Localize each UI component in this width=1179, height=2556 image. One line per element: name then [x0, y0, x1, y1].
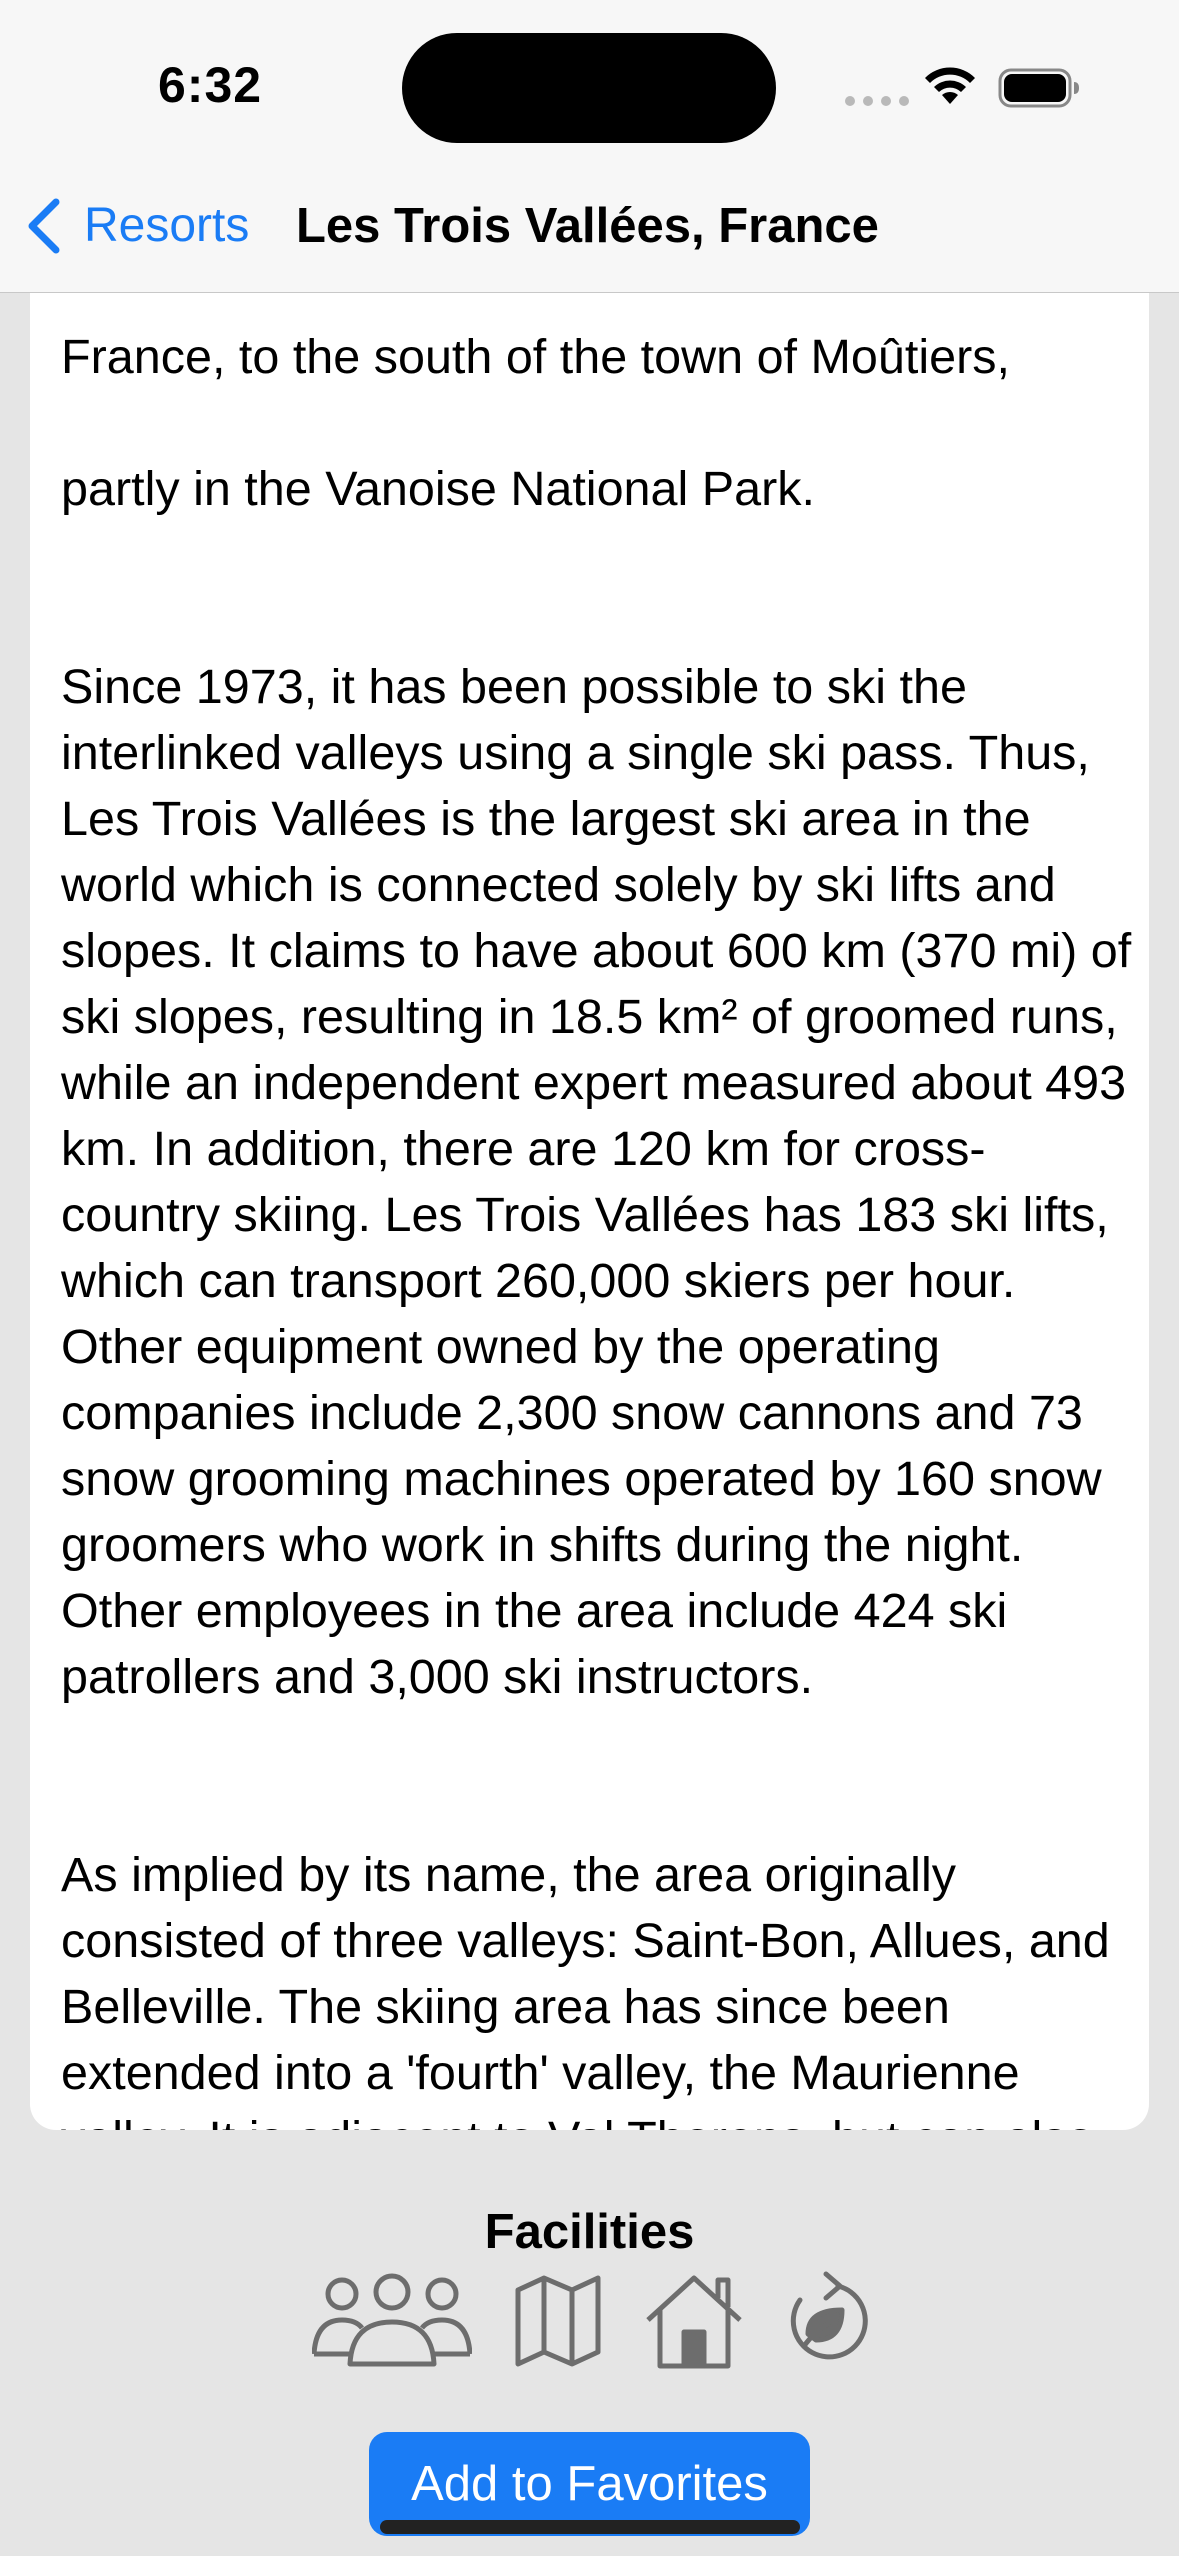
description-card: France, to the south of the town of Moût…: [30, 240, 1149, 2130]
people-icon: [312, 2270, 472, 2370]
description-paragraph-2: Since 1973, it has been possible to ski …: [61, 660, 1132, 1704]
eco-recycle-icon: [780, 2270, 868, 2370]
dynamic-island: [402, 33, 776, 143]
facilities-title: Facilities: [484, 2205, 695, 2259]
house-icon: [644, 2270, 744, 2370]
description-partial-line: France, to the south of the town of Moût…: [61, 330, 1010, 384]
description-paragraph-1: partly in the Vanoise National Park.: [61, 462, 815, 516]
back-button-label: Resorts: [84, 199, 250, 252]
battery-icon: [998, 68, 1079, 108]
page-title: Les Trois Vallées, France: [296, 199, 879, 253]
chevron-back-icon: [28, 198, 60, 254]
status-time: 6:32: [158, 57, 263, 113]
cellular-signal-icon: [845, 96, 909, 106]
back-button[interactable]: Resorts: [24, 196, 249, 256]
wifi-icon: [925, 67, 975, 104]
description-text: France, to the south of the town of Moût…: [61, 258, 1141, 2130]
home-indicator: [380, 2520, 800, 2534]
navigation-bar: 6:32 Resorts Les Trois Vallées, France: [0, 0, 1179, 293]
description-paragraph-3: As implied by its name, the area origina…: [61, 1848, 1110, 2130]
map-icon: [514, 2270, 602, 2370]
